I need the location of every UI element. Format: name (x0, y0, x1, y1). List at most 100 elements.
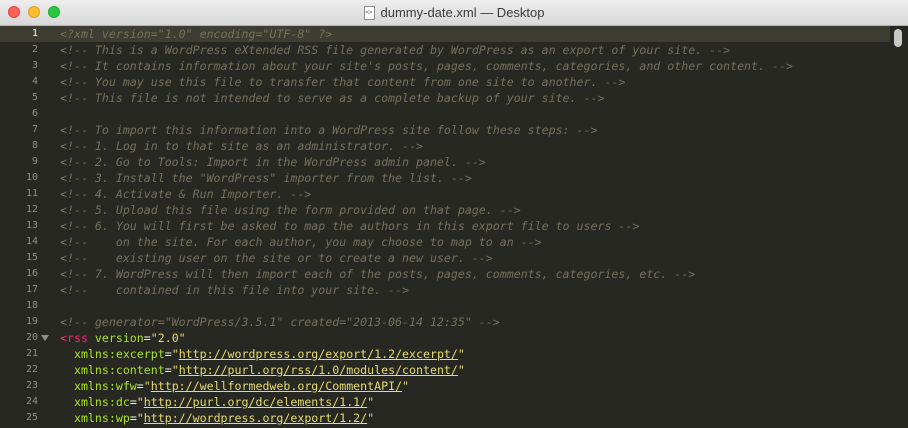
code-line[interactable]: <!-- 7. WordPress will then import each … (52, 266, 890, 282)
code-line[interactable]: <!-- 1. Log in to that site as an admini… (52, 138, 890, 154)
line-number-label: 25 (25, 412, 38, 423)
code-line[interactable]: <!-- on the site. For each author, you m… (52, 234, 890, 250)
line-number-label: 15 (25, 252, 38, 263)
code-token: <!-- 5. Upload this file using the form … (60, 203, 521, 217)
code-token: = (129, 411, 137, 425)
code-token: http://purl.org/rss/1.0/modules/content/ (178, 363, 458, 377)
code-line[interactable]: <!-- existing user on the site or to cre… (52, 250, 890, 266)
line-number-label: 9 (31, 156, 38, 167)
line-number-label: 16 (25, 268, 38, 279)
code-line[interactable]: xmlns:wp="http://wordpress.org/export/1.… (52, 410, 890, 426)
line-number: 7 (0, 122, 52, 138)
code-token: http://wellformedweb.org/CommentAPI/ (150, 379, 403, 393)
code-line[interactable]: <?xml version="1.0" encoding="UTF-8" ?> (52, 26, 890, 42)
line-number-label: 1 (31, 28, 38, 39)
line-number: 11 (0, 186, 52, 202)
code-token: http://wordpress.org/export/1.2/excerpt/ (178, 347, 458, 361)
code-line[interactable]: <rss version="2.0" (52, 330, 890, 346)
code-token: <!-- This is a WordPress eXtended RSS fi… (60, 43, 731, 57)
code-token: <!-- You may use this file to transfer t… (60, 75, 626, 89)
title-group: <> dummy-date.xml — Desktop (0, 0, 908, 25)
line-number: 12 (0, 202, 52, 218)
code-line[interactable]: <!-- This is a WordPress eXtended RSS fi… (52, 42, 890, 58)
code-line[interactable]: <!-- To import this information into a W… (52, 122, 890, 138)
xml-file-icon: <> (363, 5, 375, 20)
code-line[interactable]: <!-- It contains information about your … (52, 58, 890, 74)
code-token: xmlns:dc (73, 395, 130, 409)
line-number: 21 (0, 346, 52, 362)
code-line[interactable]: xmlns:content="http://purl.org/rss/1.0/m… (52, 362, 890, 378)
line-number-label: 12 (25, 204, 38, 215)
code-line[interactable]: xmlns:dc= "http://purl.org/dc/elements/1.… (52, 394, 890, 410)
code-token: <!-- 7. WordPress will then import each … (60, 267, 696, 281)
line-number-label: 8 (31, 140, 38, 151)
code-token: http://purl.org/dc/elements/1.1/ (143, 395, 368, 409)
line-number: 2 (0, 42, 52, 58)
code-token: = (129, 395, 137, 409)
line-number: 17 (0, 282, 52, 298)
code-token: = (143, 331, 151, 345)
code-line[interactable]: <!-- 3. Install the "WordPress" importer… (52, 170, 890, 186)
code-area[interactable]: <?xml version="1.0" encoding="UTF-8" ?> <… (52, 26, 890, 428)
line-number-label: 2 (31, 44, 38, 55)
line-number: 3 (0, 58, 52, 74)
code-token: = (164, 363, 172, 377)
vertical-scrollbar[interactable] (890, 26, 908, 428)
code-token: " (367, 395, 375, 409)
line-number: 8 (0, 138, 52, 154)
line-number: 14 (0, 234, 52, 250)
code-line[interactable] (52, 298, 890, 314)
code-line[interactable]: <!-- 2. Go to Tools: Import in the WordP… (52, 154, 890, 170)
line-number: 5 (0, 90, 52, 106)
code-token: " (171, 363, 179, 377)
code-line[interactable]: <!-- 6. You will first be asked to map t… (52, 218, 890, 234)
code-line[interactable]: xmlns:wfw="http://wellformedweb.org/Comm… (52, 378, 890, 394)
line-number-label: 14 (25, 236, 38, 247)
code-token: version (94, 331, 144, 345)
code-token: xmlns:excerpt (73, 347, 165, 361)
line-number-label: 20 (25, 332, 38, 343)
line-number: 4 (0, 74, 52, 90)
line-number-label: 23 (25, 380, 38, 391)
line-number: 16 (0, 266, 52, 282)
fold-arrow-icon[interactable] (41, 335, 49, 341)
code-token: xmlns:wfw (73, 379, 137, 393)
code-token: <!-- It contains information about your … (60, 59, 793, 73)
line-number-label: 19 (25, 316, 38, 327)
code-line[interactable]: <!-- contained in this file into your si… (52, 282, 890, 298)
code-line[interactable]: <!-- You may use this file to transfer t… (52, 74, 890, 90)
code-token: <!-- 3. Install the "WordPress" importer… (60, 171, 472, 185)
code-line[interactable]: xmlns:excerpt="http://wordpress.org/expo… (52, 346, 890, 362)
code-line[interactable]: <!-- generator="WordPress/3.5.1" created… (52, 314, 890, 330)
code-token: <?xml version="1.0" encoding="UTF-8" ?> (60, 27, 333, 41)
code-line[interactable]: <!-- This file is not intended to serve … (52, 90, 890, 106)
code-line[interactable]: <!-- 4. Activate & Run Importer. --> (52, 186, 890, 202)
code-token: "2.0" (150, 331, 186, 345)
code-token: <!-- 2. Go to Tools: Import in the WordP… (60, 155, 486, 169)
code-editor[interactable]: 1 2 3 4 5 6 7 8 9 10 11 12 13 14 15 16 17 18 19 20 21 22 23 24 2… (0, 26, 908, 428)
editor-window: <> dummy-date.xml — Desktop 1 2 3 4 5 6 7 8 9 10 1… (0, 0, 908, 428)
code-line[interactable] (52, 106, 890, 122)
line-number: 10 (0, 170, 52, 186)
line-number: 1 (0, 26, 52, 42)
line-number-label: 7 (31, 124, 38, 135)
code-token: <!-- This file is not intended to serve … (60, 91, 605, 105)
title-bar[interactable]: <> dummy-date.xml — Desktop (0, 0, 908, 26)
code-token: " (457, 347, 465, 361)
scrollbar-thumb[interactable] (894, 29, 902, 47)
code-token: " (143, 379, 151, 393)
code-token: <!-- contained in this file into your si… (60, 283, 410, 297)
line-number: 9 (0, 154, 52, 170)
code-token: " (457, 363, 465, 377)
code-token: <!-- 6. You will first be asked to map t… (60, 219, 640, 233)
code-token: <!-- existing user on the site or to cre… (60, 251, 493, 265)
code-line[interactable]: <!-- 5. Upload this file using the form … (52, 202, 890, 218)
code-token: xmlns:content (73, 363, 165, 377)
code-token: " (367, 411, 375, 425)
code-token: http://wordpress.org/export/1.2/ (143, 411, 368, 425)
line-number-label: 3 (31, 60, 38, 71)
